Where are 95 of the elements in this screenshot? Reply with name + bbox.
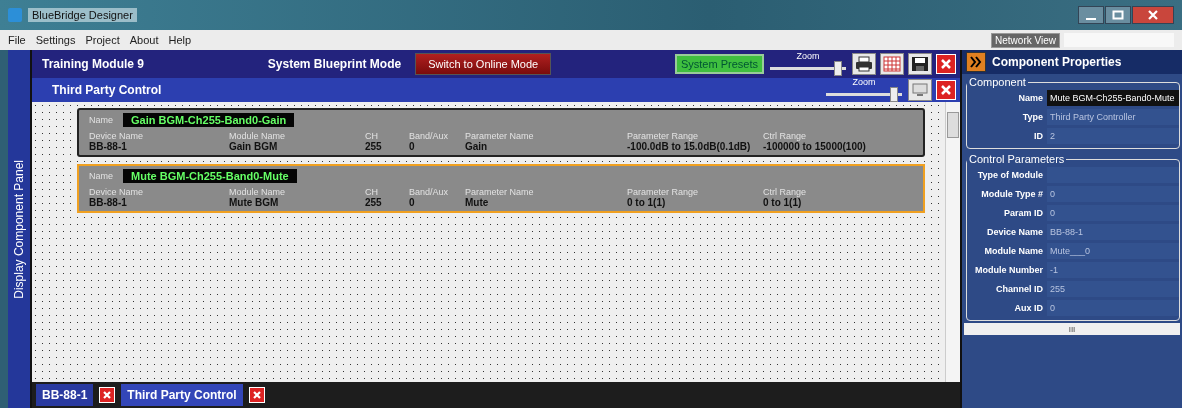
field-label: Ctrl Range — [763, 187, 808, 197]
property-label: Name — [1017, 92, 1044, 103]
property-label: Param ID — [1002, 207, 1044, 218]
mode-label: System Blueprint Mode — [267, 57, 402, 71]
menu-item[interactable]: Project — [85, 34, 120, 46]
panel-title: Third Party Control — [52, 83, 162, 97]
field-value: BB-88-1 — [89, 141, 128, 152]
field-value: 0 — [409, 141, 416, 152]
scrollbar[interactable] — [945, 102, 960, 382]
property-label: Module Name — [983, 245, 1044, 256]
field-value: Mute — [465, 197, 490, 208]
chevron-icon[interactable] — [966, 52, 986, 72]
field-label: Ctrl Range — [763, 131, 808, 141]
field-value: 0 to 1(1) — [763, 197, 803, 208]
property-label: Channel ID — [995, 283, 1044, 294]
field-label: Parameter Name — [465, 187, 535, 197]
property-field[interactable]: Third Party Controller — [1047, 108, 1179, 125]
property-field[interactable]: 2 — [1047, 127, 1179, 144]
field-label: Band/Aux — [409, 187, 450, 197]
menu-item[interactable]: Settings — [35, 34, 76, 46]
network-view-button[interactable]: Network View — [991, 32, 1060, 48]
monitor-icon[interactable] — [908, 79, 932, 101]
app-icon — [8, 8, 22, 22]
close-icon — [1147, 10, 1159, 20]
menu-item[interactable]: File — [8, 34, 26, 46]
field-label: Name — [89, 115, 113, 125]
scrollbar[interactable]: III — [964, 323, 1180, 335]
minimize-icon — [1086, 18, 1096, 20]
property-label: Module Type # — [980, 188, 1044, 199]
printer-icon[interactable] — [852, 53, 876, 75]
property-field[interactable]: -1 — [1047, 261, 1179, 278]
field-label: Module Name — [229, 187, 287, 197]
zoom-label: Zoom — [796, 52, 820, 61]
group-title: Control Parameters — [968, 153, 1066, 165]
document-tab[interactable]: Third Party Control — [121, 384, 243, 406]
field-value: -100.0dB to 15.0dB(0.1dB) — [627, 141, 752, 152]
property-field[interactable]: Mute___0 — [1047, 242, 1179, 259]
field-label: Parameter Name — [465, 131, 535, 141]
scroll-thumb[interactable] — [947, 112, 959, 138]
field-label: Device Name — [89, 187, 145, 197]
zoom-label: Zoom — [852, 78, 876, 87]
field-label: Name — [89, 171, 113, 181]
property-label: Module Number — [974, 264, 1044, 275]
minimize-button[interactable] — [1078, 6, 1104, 24]
property-label: Type — [1021, 111, 1044, 122]
switch-mode-button[interactable]: Switch to Online Mode — [415, 53, 552, 75]
property-field[interactable]: 0 — [1047, 204, 1179, 221]
field-label: Band/Aux — [409, 131, 450, 141]
module-title: Training Module 9 — [42, 57, 144, 71]
field-value: BB-88-1 — [89, 197, 128, 208]
parameter-card[interactable]: Name Gain BGM-Ch255-Band0-Gain Device Name BB-88-1 Module Name Gain BGM CH 255 Band/Aux 0 Parameter Name Gain Parameter Range -100.0dB to 15.0dB(0.1dB) Ctrl Range -100000 to 15000(100) — [77, 108, 925, 157]
close-icon[interactable] — [248, 387, 265, 403]
scroll-grip: III — [1068, 324, 1076, 334]
field-label: Parameter Range — [627, 187, 700, 197]
slider-thumb[interactable] — [834, 61, 843, 76]
field-value: 255 — [365, 141, 383, 152]
field-value: 0 — [409, 197, 416, 208]
document-tab[interactable]: BB-88-1 — [36, 384, 94, 406]
field-value: -100000 to 15000(100) — [763, 141, 867, 152]
close-button[interactable] — [1132, 6, 1174, 24]
field-label: Parameter Range — [627, 131, 700, 141]
control-name: Mute BGM-Ch255-Band0-Mute — [123, 169, 297, 183]
parameter-card[interactable]: Name Mute BGM-Ch255-Band0-Mute Device Name BB-88-1 Module Name Mute BGM CH 255 Band/Aux 0 Parameter Name Mute Parameter Range 0 to 1(1) Ctrl Range 0 to 1(1) — [77, 164, 925, 213]
save-icon[interactable] — [908, 53, 932, 75]
property-field[interactable]: BB-88-1 — [1047, 223, 1179, 240]
field-label: CH — [365, 187, 379, 197]
maximize-button[interactable] — [1105, 6, 1131, 24]
close-icon[interactable] — [99, 387, 116, 403]
control-name: Gain BGM-Ch255-Band0-Gain — [123, 113, 295, 127]
property-label: Aux ID — [1013, 302, 1044, 313]
field-value: 255 — [365, 197, 383, 208]
property-field[interactable]: 0 — [1047, 299, 1179, 316]
field-label: Module Name — [229, 131, 287, 141]
property-field[interactable]: 0 — [1047, 185, 1179, 202]
property-field[interactable]: 255 — [1047, 280, 1179, 297]
field-value: Gain — [465, 141, 489, 152]
side-panel-tab[interactable]: Display Component Panel — [8, 50, 32, 408]
field-label: Device Name — [89, 131, 145, 141]
property-label: Device Name — [985, 226, 1044, 237]
panel-title: Component Properties — [992, 55, 1122, 69]
property-label: Type of Module — [976, 169, 1044, 180]
maximize-icon — [1112, 10, 1124, 20]
property-field[interactable]: Mute BGM-Ch255-Band0-Mute — [1047, 89, 1179, 106]
field-label: CH — [365, 131, 379, 141]
menu-item[interactable]: Help — [168, 34, 192, 46]
field-value: Mute BGM — [229, 197, 280, 208]
system-presets-button[interactable]: System Presets — [674, 54, 764, 74]
field-value: 0 to 1(1) — [627, 197, 667, 208]
property-field[interactable] — [1047, 166, 1179, 183]
window-title: BlueBridge Designer — [28, 8, 137, 22]
property-label: ID — [1033, 130, 1044, 141]
slider-thumb[interactable] — [890, 87, 899, 102]
field-value: Gain BGM — [229, 141, 279, 152]
menu-item[interactable]: About — [129, 34, 159, 46]
group-title: Component — [968, 76, 1027, 88]
